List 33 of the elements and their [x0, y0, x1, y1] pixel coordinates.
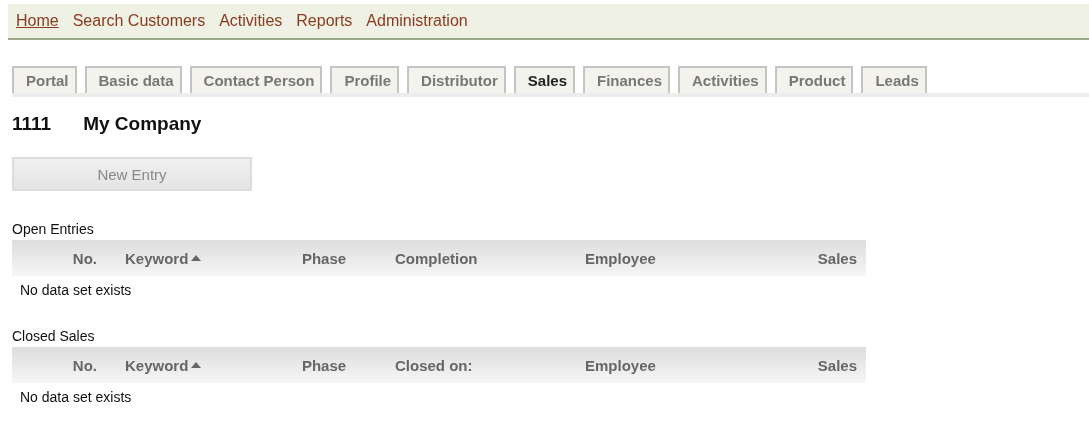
nav-link[interactable]: Search Customers [72, 12, 206, 30]
nav-link[interactable]: Administration [366, 12, 468, 30]
tab[interactable]: Sales [513, 66, 575, 93]
tab[interactable]: Contact Person [189, 66, 323, 93]
column-header[interactable]: Keyword [105, 356, 285, 374]
empty-message: No data set exists [19, 281, 133, 298]
column-header[interactable]: Phase [285, 249, 375, 267]
tab[interactable]: Activities [678, 66, 767, 93]
column-header[interactable]: Keyword [105, 249, 285, 267]
tab[interactable]: Distributor [407, 66, 506, 93]
company-name: My Company [83, 113, 202, 135]
column-header[interactable]: Employee [565, 356, 745, 374]
column-header[interactable]: No. [12, 249, 105, 267]
tab[interactable]: Product [774, 66, 854, 93]
tab[interactable]: Profile [330, 66, 400, 93]
column-header[interactable]: Sales [745, 356, 865, 374]
column-header[interactable]: Employee [565, 249, 745, 267]
tab[interactable]: Leads [861, 66, 927, 93]
column-header[interactable]: Phase [285, 356, 375, 374]
tab[interactable]: Basic data [84, 66, 182, 93]
nav-link[interactable]: Home [16, 12, 59, 30]
company-number: 1111 [12, 113, 52, 135]
section-title: Open Entries [12, 221, 95, 237]
tab[interactable]: Portal [12, 66, 77, 93]
nav-link[interactable]: Reports [296, 12, 353, 30]
empty-message: No data set exists [19, 388, 133, 405]
column-header[interactable]: Closed on: [375, 356, 565, 374]
tab[interactable]: Finances [583, 66, 670, 93]
section-title: Closed Sales [12, 328, 96, 344]
nav-link[interactable]: Activities [219, 12, 283, 30]
column-header[interactable]: Sales [745, 249, 865, 267]
column-header[interactable]: No. [12, 356, 105, 374]
column-header[interactable]: Completion [375, 249, 565, 267]
